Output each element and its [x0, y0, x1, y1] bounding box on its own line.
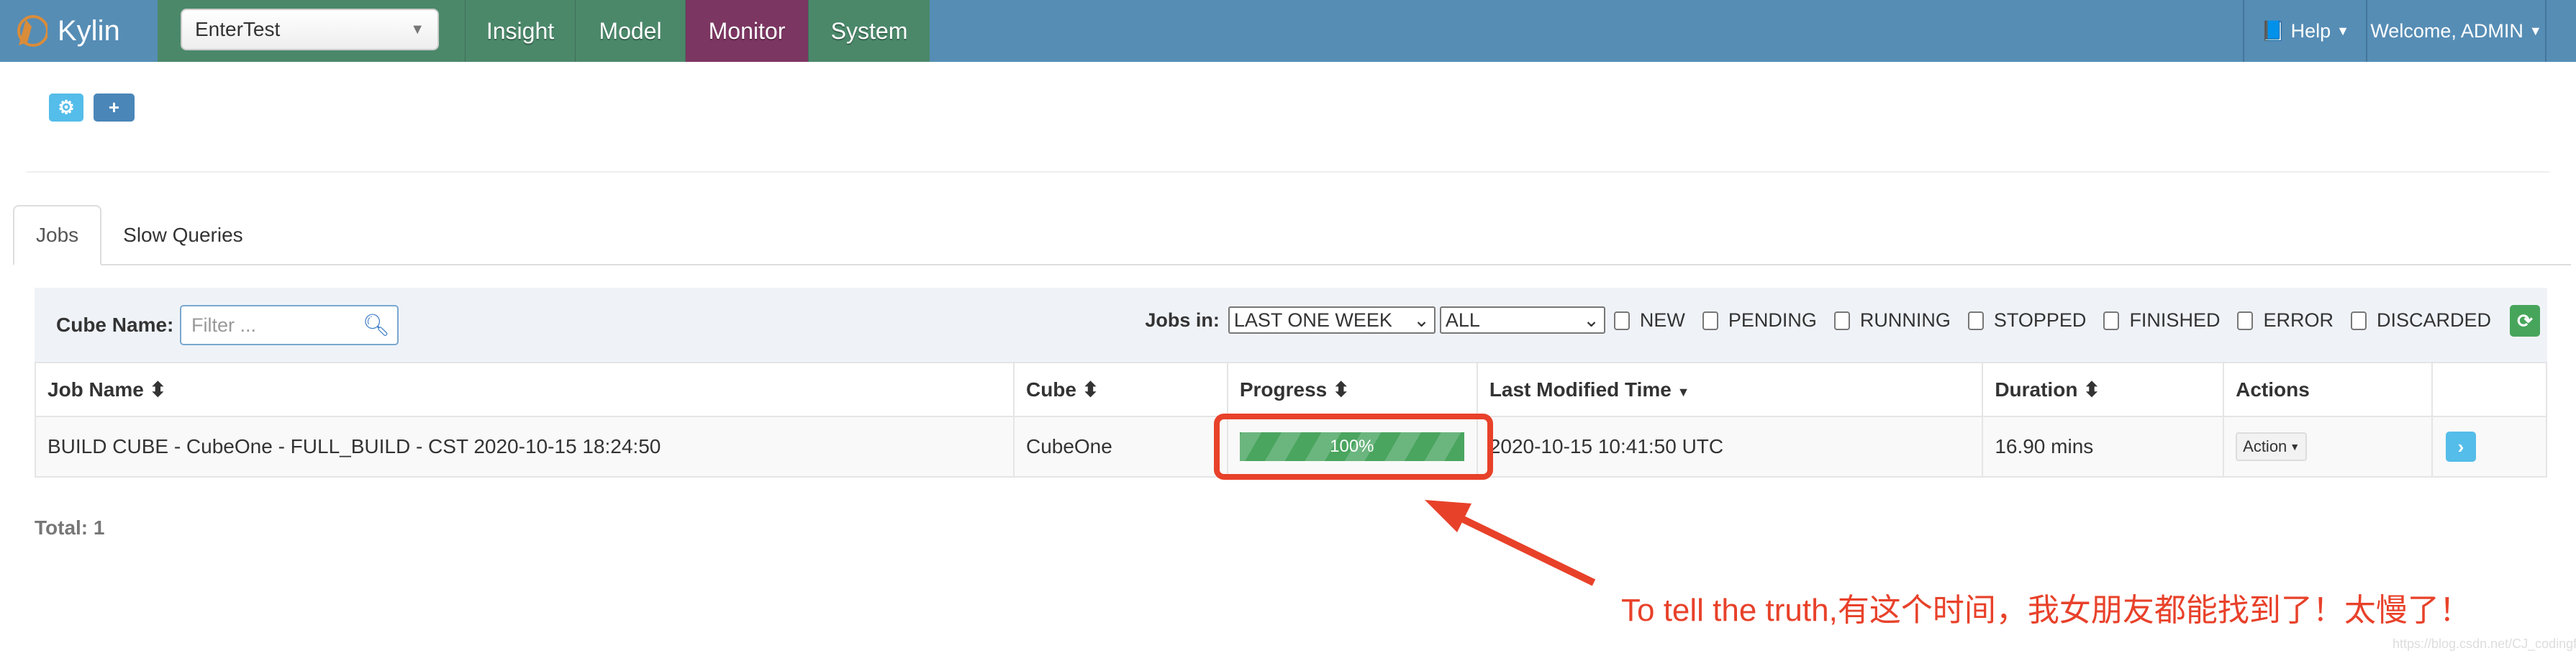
arrow-head: [1425, 500, 1471, 532]
annotation-text: To tell the truth,有这个时间，我女朋友都能找到了！太慢了！: [1621, 593, 2471, 628]
watermark: https://blog.csdn.net/CJ_codingfish: [2393, 637, 2576, 651]
arrow-shaft: [1448, 509, 1596, 586]
annotation-arrow: [1425, 500, 1596, 586]
